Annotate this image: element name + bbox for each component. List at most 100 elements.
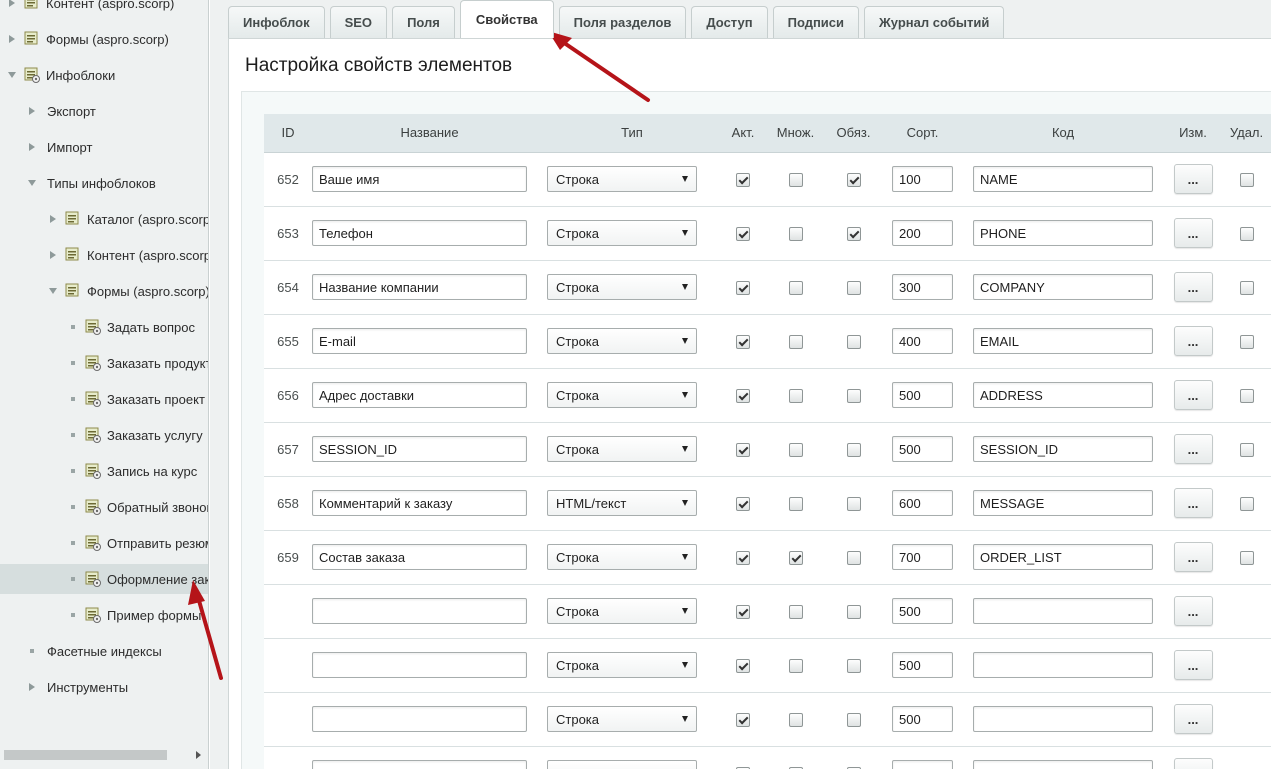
- multiple-checkbox[interactable]: [788, 226, 803, 241]
- sidebar-item[interactable]: Контент (aspro.scorp): [0, 240, 208, 270]
- tree-toggle[interactable]: [6, 33, 18, 45]
- property-sort-input[interactable]: [892, 760, 953, 769]
- multiple-checkbox[interactable]: [788, 388, 803, 403]
- multiple-checkbox[interactable]: [788, 550, 803, 565]
- tab[interactable]: Журнал событий: [864, 6, 1005, 38]
- active-checkbox[interactable]: [736, 496, 750, 511]
- tree-toggle[interactable]: [47, 213, 59, 225]
- property-sort-input[interactable]: [892, 382, 953, 408]
- multiple-checkbox[interactable]: [788, 442, 803, 457]
- required-checkbox[interactable]: [846, 550, 861, 565]
- property-type-select[interactable]: Строка: [547, 166, 697, 192]
- property-name-input[interactable]: [312, 652, 527, 678]
- property-code-input[interactable]: [973, 382, 1153, 408]
- active-checkbox[interactable]: [736, 280, 750, 295]
- sidebar-item[interactable]: Запись на курс: [0, 456, 208, 486]
- multiple-checkbox[interactable]: [788, 334, 803, 349]
- edit-property-button[interactable]: ...: [1173, 218, 1213, 248]
- property-type-select[interactable]: Строка: [547, 652, 697, 678]
- multiple-checkbox[interactable]: [788, 172, 803, 187]
- property-code-input[interactable]: [973, 166, 1153, 192]
- scrollbar-thumb[interactable]: [4, 750, 167, 760]
- active-checkbox[interactable]: [736, 712, 750, 727]
- property-code-input[interactable]: [973, 274, 1153, 300]
- property-name-input[interactable]: [312, 490, 527, 516]
- tree-toggle[interactable]: [6, 0, 18, 9]
- property-sort-input[interactable]: [892, 652, 953, 678]
- sidebar-item[interactable]: Контент (aspro.scorp): [0, 0, 208, 18]
- sidebar-item[interactable]: Заказать услугу: [0, 420, 208, 450]
- property-sort-input[interactable]: [892, 328, 953, 354]
- required-checkbox[interactable]: [846, 226, 861, 241]
- property-type-select[interactable]: HTML/текст: [547, 490, 697, 516]
- delete-checkbox[interactable]: [1239, 496, 1254, 511]
- sidebar-horizontal-scrollbar[interactable]: [0, 747, 207, 763]
- property-sort-input[interactable]: [892, 598, 953, 624]
- sidebar-item[interactable]: Отправить резюме: [0, 528, 208, 558]
- sidebar-item[interactable]: Пример формы: [0, 600, 208, 630]
- edit-property-button[interactable]: ...: [1173, 650, 1213, 680]
- property-code-input[interactable]: [973, 436, 1153, 462]
- required-checkbox[interactable]: [846, 496, 861, 511]
- property-sort-input[interactable]: [892, 544, 953, 570]
- delete-checkbox[interactable]: [1239, 442, 1254, 457]
- edit-property-button[interactable]: ...: [1173, 164, 1213, 194]
- scroll-right-arrow-icon[interactable]: [196, 751, 201, 759]
- active-checkbox[interactable]: [736, 658, 750, 673]
- delete-checkbox[interactable]: [1239, 388, 1254, 403]
- tree-toggle[interactable]: [26, 141, 38, 153]
- delete-checkbox[interactable]: [1239, 172, 1254, 187]
- delete-checkbox[interactable]: [1239, 226, 1254, 241]
- delete-checkbox[interactable]: [1239, 334, 1254, 349]
- active-checkbox[interactable]: [736, 550, 750, 565]
- edit-property-button[interactable]: ...: [1173, 704, 1213, 734]
- property-sort-input[interactable]: [892, 220, 953, 246]
- property-type-select[interactable]: Строка: [547, 328, 697, 354]
- sidebar-item[interactable]: Формы (aspro.scorp): [0, 276, 208, 306]
- sidebar-item[interactable]: Инфоблоки: [0, 60, 208, 90]
- tab[interactable]: Поля разделов: [558, 6, 687, 38]
- property-name-input[interactable]: [312, 760, 527, 769]
- property-code-input[interactable]: [973, 706, 1153, 732]
- sidebar-item[interactable]: Типы инфоблоков: [0, 168, 208, 198]
- tab[interactable]: Поля: [392, 6, 455, 38]
- tree-toggle[interactable]: [47, 249, 59, 261]
- tab[interactable]: SEO: [329, 6, 388, 38]
- property-code-input[interactable]: [973, 598, 1153, 624]
- sidebar-item[interactable]: Оформление заказа: [0, 564, 208, 594]
- sidebar-item[interactable]: Каталог (aspro.scorp): [0, 204, 208, 234]
- sidebar-item[interactable]: Обратный звонок: [0, 492, 208, 522]
- tree-toggle[interactable]: [26, 177, 38, 189]
- property-type-select[interactable]: Строка: [547, 382, 697, 408]
- property-sort-input[interactable]: [892, 490, 953, 516]
- property-name-input[interactable]: [312, 706, 527, 732]
- edit-property-button[interactable]: ...: [1173, 380, 1213, 410]
- property-sort-input[interactable]: [892, 274, 953, 300]
- tree-toggle[interactable]: [6, 69, 18, 81]
- property-type-select[interactable]: Строка: [547, 274, 697, 300]
- property-sort-input[interactable]: [892, 706, 953, 732]
- tab[interactable]: Свойства: [459, 0, 554, 38]
- property-code-input[interactable]: [973, 544, 1153, 570]
- active-checkbox[interactable]: [736, 334, 750, 349]
- edit-property-button[interactable]: ...: [1173, 434, 1213, 464]
- property-type-select[interactable]: Строка: [547, 706, 697, 732]
- property-code-input[interactable]: [973, 652, 1153, 678]
- required-checkbox[interactable]: [846, 280, 861, 295]
- property-type-select[interactable]: Строка: [547, 598, 697, 624]
- property-sort-input[interactable]: [892, 166, 953, 192]
- property-type-select[interactable]: Строка: [547, 544, 697, 570]
- sidebar-item[interactable]: Инструменты: [0, 672, 208, 702]
- property-code-input[interactable]: [973, 328, 1153, 354]
- tree-toggle[interactable]: [47, 285, 59, 297]
- edit-property-button[interactable]: ...: [1173, 488, 1213, 518]
- multiple-checkbox[interactable]: [788, 280, 803, 295]
- property-name-input[interactable]: [312, 274, 527, 300]
- edit-property-button[interactable]: ...: [1173, 542, 1213, 572]
- required-checkbox[interactable]: [846, 172, 861, 187]
- property-name-input[interactable]: [312, 328, 527, 354]
- property-name-input[interactable]: [312, 436, 527, 462]
- property-type-select[interactable]: Строка: [547, 760, 697, 769]
- active-checkbox[interactable]: [736, 226, 750, 241]
- required-checkbox[interactable]: [846, 712, 861, 727]
